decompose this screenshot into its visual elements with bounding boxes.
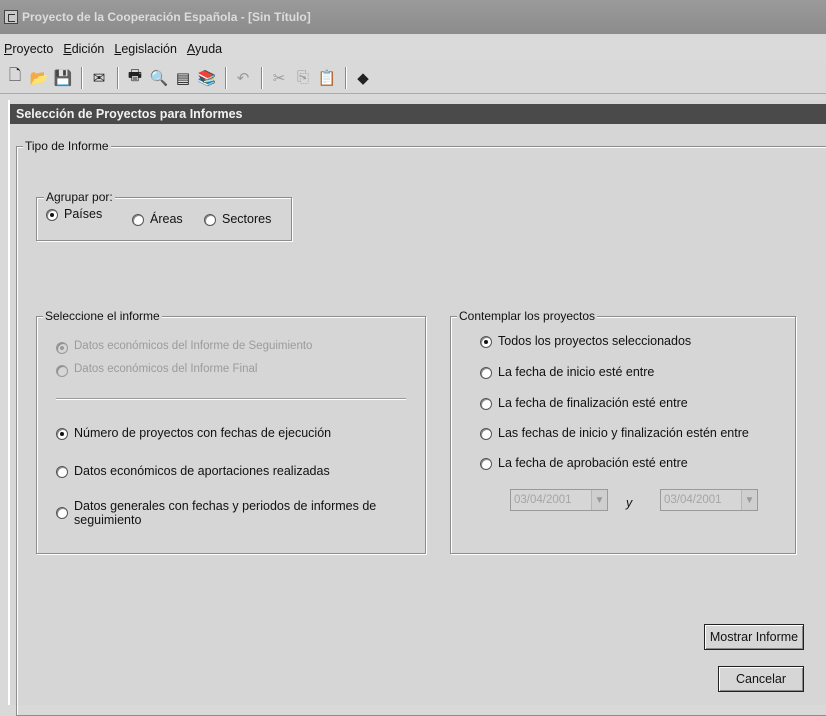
save-icon[interactable]: 💾 [52, 67, 74, 89]
show-report-button[interactable]: Mostrar Informe [704, 624, 804, 650]
toolbar-separator [117, 66, 119, 89]
cancel-button[interactable]: Cancelar [718, 666, 804, 692]
radio-fecha-finalizacion[interactable]: La fecha de finalización esté entre [480, 396, 688, 410]
radio-fecha-inicio-label: La fecha de inicio esté entre [498, 365, 655, 379]
radio-indicator[interactable] [204, 214, 216, 226]
menu-bar: Proyecto Edición Legislación Ayuda [0, 38, 826, 60]
chevron-down-icon[interactable]: ▼ [741, 490, 757, 510]
radio-datos-economicos[interactable]: Datos económicos de aportaciones realiza… [56, 464, 330, 478]
books-icon[interactable]: 📚 [196, 67, 218, 89]
radio-informe-final-label: Datos económicos del Informe Final [74, 363, 258, 375]
date-to-combo[interactable]: 03/04/2001 ▼ [660, 489, 758, 511]
radio-informe-seguimiento-label: Datos económicos del Informe de Seguimie… [74, 340, 313, 352]
undo-icon[interactable]: ↶ [232, 67, 254, 89]
radio-inicio-finalizacion[interactable]: Las fechas de inicio y finalización esté… [480, 426, 749, 440]
toolbar-separator [345, 66, 347, 89]
page-setup-icon[interactable]: ▤ [172, 67, 194, 89]
help-book-icon[interactable]: ◆ [352, 67, 374, 89]
radio-indicator[interactable] [480, 367, 492, 379]
radio-datos-generales-label: Datos generales con fechas y periodos de… [74, 499, 377, 527]
toolbar: 🗋 📂 💾 ✉ 🖶 🔍 ▤ 📚 ↶ ✂ ⎘ 📋 ◆ [0, 62, 826, 94]
menu-ayuda[interactable]: Ayuda [187, 42, 222, 56]
tipo-informe-label: Tipo de Informe [23, 139, 111, 153]
menu-proyecto[interactable]: Proyecto [4, 42, 53, 56]
toolbar-separator [225, 66, 227, 89]
date-from-combo[interactable]: 03/04/2001 ▼ [510, 489, 608, 511]
radio-indicator[interactable] [480, 428, 492, 440]
radio-todos-label: Todos los proyectos seleccionados [498, 334, 692, 348]
menu-edicion[interactable]: Edición [63, 42, 104, 56]
agrupar-label: Agrupar por: [44, 190, 115, 204]
date-to-value: 03/04/2001 [664, 494, 722, 506]
radio-fecha-inicio[interactable]: La fecha de inicio esté entre [480, 365, 654, 379]
seleccione-label: Seleccione el informe [43, 309, 162, 323]
toolbar-separator [261, 66, 263, 89]
date-conjunction: y [626, 496, 633, 510]
radio-areas[interactable]: Áreas [132, 212, 183, 226]
radio-sectores[interactable]: Sectores [204, 212, 271, 226]
radio-indicator[interactable] [56, 365, 68, 377]
radio-numero-proyectos-label: Número de proyectos con fechas de ejecuc… [74, 426, 332, 440]
radio-fecha-aprobacion-label: La fecha de aprobación esté entre [498, 456, 688, 470]
radio-indicator[interactable] [56, 466, 68, 478]
menu-legislacion[interactable]: Legislación [114, 42, 177, 56]
mail-icon[interactable]: ✉ [88, 67, 110, 89]
date-from-value: 03/04/2001 [514, 494, 572, 506]
new-document-icon[interactable]: 🗋 [4, 67, 26, 89]
radio-indicator[interactable] [46, 209, 58, 221]
radio-datos-generales[interactable]: Datos generales con fechas y periodos de… [56, 499, 394, 527]
radio-numero-proyectos[interactable]: Número de proyectos con fechas de ejecuc… [56, 426, 331, 440]
radio-indicator[interactable] [480, 398, 492, 410]
radio-datos-economicos-label: Datos económicos de aportaciones realiza… [74, 464, 330, 478]
chevron-down-icon[interactable]: ▼ [591, 490, 607, 510]
radio-indicator[interactable] [480, 458, 492, 470]
open-folder-icon[interactable]: 📂 [28, 67, 50, 89]
radio-fecha-aprobacion[interactable]: La fecha de aprobación esté entre [480, 456, 688, 470]
toolbar-separator [81, 66, 83, 89]
print-icon[interactable]: 🖶 [124, 67, 146, 89]
copy-icon[interactable]: ⎘ [292, 67, 314, 89]
cut-icon[interactable]: ✂ [268, 67, 290, 89]
dialog-title-bar: Selección de Proyectos para Informes [10, 104, 826, 124]
app-icon[interactable] [4, 10, 18, 24]
contemplar-label: Contemplar los proyectos [457, 309, 598, 323]
radio-informe-final[interactable]: Datos económicos del Informe Final [56, 363, 257, 377]
radio-indicator[interactable] [132, 214, 144, 226]
title-bar[interactable]: Proyecto de la Cooperación Española - [S… [0, 0, 826, 34]
paste-icon[interactable]: 📋 [316, 67, 338, 89]
radio-inicio-finalizacion-label: Las fechas de inicio y finalización esté… [498, 426, 749, 440]
radio-indicator[interactable] [480, 336, 492, 348]
radio-paises[interactable]: Países [46, 207, 102, 221]
radio-informe-seguimiento[interactable]: Datos económicos del Informe de Seguimie… [56, 340, 312, 354]
radio-areas-label: Áreas [150, 212, 183, 226]
radio-todos[interactable]: Todos los proyectos seleccionados [480, 334, 691, 348]
radio-paises-label: Países [64, 207, 103, 221]
radio-sectores-label: Sectores [222, 212, 272, 226]
radio-indicator[interactable] [56, 428, 68, 440]
dialog-title: Selección de Proyectos para Informes [16, 107, 243, 121]
radio-indicator[interactable] [56, 507, 68, 519]
print-preview-icon[interactable]: 🔍 [148, 67, 170, 89]
radio-indicator[interactable] [56, 342, 68, 354]
separator [56, 398, 406, 400]
window-title: Proyecto de la Cooperación Española - [S… [22, 10, 311, 24]
radio-fecha-finalizacion-label: La fecha de finalización esté entre [498, 396, 688, 410]
